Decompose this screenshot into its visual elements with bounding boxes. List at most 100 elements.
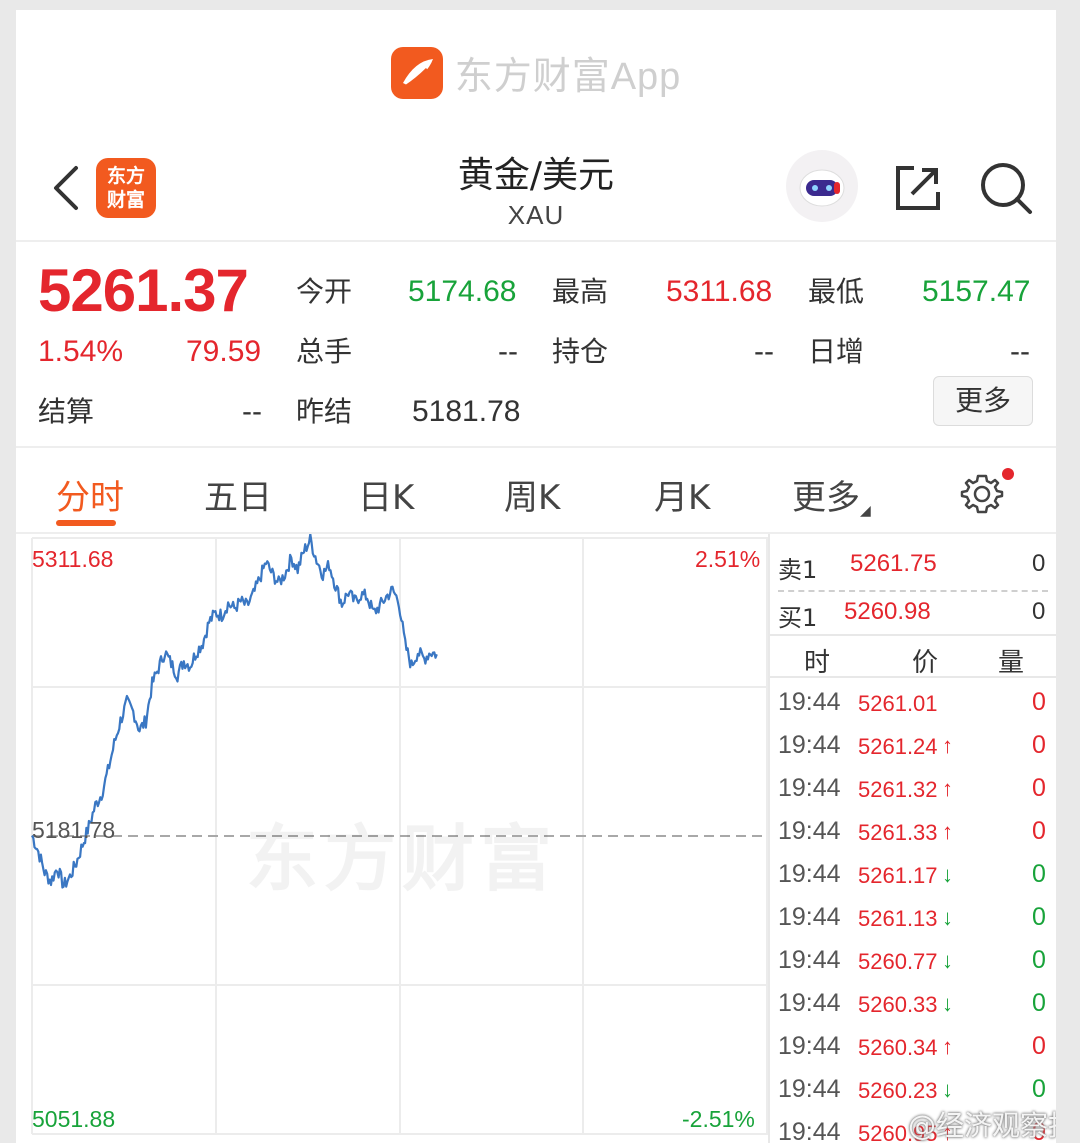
order-panel: 卖1 5261.75 0 买1 5260.98 0 时 价 量 19:44 526…: [768, 534, 1056, 1143]
tab-monthly-k[interactable]: 月K: [654, 470, 710, 519]
chart-settings-button[interactable]: [958, 470, 1006, 518]
search-icon: [981, 163, 1032, 214]
app-screen: 东方财富App 东方 财富 黄金/美元 XAU 5261.37 1.54% 79…: [16, 10, 1056, 1143]
tick-price: 5261.33: [858, 820, 938, 845]
tick-volume: 0: [1032, 860, 1046, 888]
ask-row: 卖1 5261.75 0: [770, 542, 1056, 588]
arrow-down-icon: ↓: [942, 1077, 953, 1102]
high-value: 5311.68: [666, 275, 773, 308]
tick-row: 19:44 5260.77 ↓ 0: [770, 940, 1056, 983]
app-banner: 东方财富App: [16, 10, 1056, 135]
y-axis-min-label: 5051.88: [32, 1106, 116, 1132]
tick-time: 19:44: [778, 989, 841, 1017]
tick-header-price: 价: [912, 648, 939, 678]
notification-dot: [1002, 468, 1014, 480]
ai-assistant-button[interactable]: [786, 150, 858, 222]
tick-time: 19:44: [778, 860, 841, 888]
tick-time: 19:44: [778, 1032, 841, 1060]
change-value: 79.59: [186, 335, 262, 368]
daily-increase-value: --: [1010, 335, 1030, 368]
volume-value: --: [498, 335, 518, 368]
tick-time: 19:44: [778, 946, 841, 974]
ask-price: 5261.75: [850, 550, 937, 577]
tick-row: 19:44 5261.13 ↓ 0: [770, 897, 1056, 940]
tab-weekly-k[interactable]: 周K: [504, 470, 560, 519]
tick-volume: 0: [1032, 946, 1046, 974]
tick-row: 19:44 5261.32 ↑ 0: [770, 768, 1056, 811]
daily-increase-label: 日增: [808, 335, 865, 368]
tab-more-label: 更多: [792, 478, 860, 518]
low-label: 最低: [808, 275, 865, 308]
last-price: 5261.37: [38, 257, 249, 324]
tab-five-day[interactable]: 五日: [204, 470, 272, 519]
tick-row: 19:44 5261.24 ↑ 0: [770, 725, 1056, 768]
low-value: 5157.47: [922, 275, 1031, 308]
y-axis-mid-label: 5181.78: [32, 817, 116, 843]
ask-label: 卖1: [778, 556, 818, 584]
volume-label: 总手: [296, 335, 353, 368]
tick-row: 19:44 5260.34 ↑ 0: [770, 1026, 1056, 1069]
tick-time: 19:44: [778, 774, 841, 802]
share-icon: [896, 166, 940, 210]
bid-volume: 0: [1032, 598, 1046, 625]
tab-more[interactable]: 更多◢: [792, 470, 871, 519]
active-tab-indicator: [56, 520, 116, 526]
tick-price: 5260.33: [858, 992, 938, 1017]
arrow-up-icon: ↑: [942, 733, 953, 758]
prev-settle-value: 5181.78: [412, 395, 521, 428]
tick-row: 19:44 5260.33 ↓ 0: [770, 983, 1056, 1026]
tick-price: 5260.34: [858, 1035, 938, 1060]
settle-value: --: [242, 395, 262, 428]
chart-tabs: 分时 五日 日K 周K 月K 更多◢: [16, 446, 1056, 534]
source-watermark: @经济观察报: [908, 1109, 1056, 1142]
tick-price: 5261.13: [858, 906, 938, 931]
more-quote-button[interactable]: 更多: [933, 376, 1033, 426]
bid-price: 5260.98: [844, 598, 931, 625]
gear-icon: [960, 474, 1004, 514]
arrow-down-icon: ↓: [942, 991, 953, 1016]
share-button[interactable]: [890, 160, 946, 216]
arrow-down-icon: ↓: [942, 948, 953, 973]
pct-axis-max-label: 2.51%: [695, 546, 761, 572]
tick-volume: 0: [1032, 903, 1046, 931]
change-pct: 1.54%: [38, 335, 124, 368]
tick-time: 19:44: [778, 817, 841, 845]
tick-time: 19:44: [778, 688, 841, 716]
tick-volume: 0: [1032, 774, 1046, 802]
brand-watermark: 东方财富: [246, 817, 559, 901]
tick-price: 5260.23: [858, 1078, 938, 1103]
search-button[interactable]: [976, 158, 1036, 218]
robot-icon: [799, 169, 845, 207]
ask-volume: 0: [1032, 550, 1046, 577]
tick-volume: 0: [1032, 1075, 1046, 1103]
tick-price: 5260.77: [858, 949, 938, 974]
open-interest-value: --: [754, 335, 774, 368]
arrow-up-icon: ↑: [942, 776, 953, 801]
tick-list[interactable]: 19:44 5261.01 0 19:44 5261.24 ↑ 0 19:44 5261.32 ↑…: [770, 682, 1056, 1143]
open-interest-label: 持仓: [552, 335, 609, 368]
prev-settle-label: 昨结: [296, 395, 353, 428]
y-axis-max-label: 5311.68: [32, 546, 114, 572]
tab-daily-k[interactable]: 日K: [358, 470, 414, 519]
tick-time: 19:44: [778, 1075, 841, 1103]
open-label: 今开: [296, 275, 353, 308]
arrow-down-icon: ↓: [942, 905, 953, 930]
pct-axis-min-label: -2.51%: [682, 1106, 755, 1132]
tick-volume: 0: [1032, 731, 1046, 759]
tick-volume: 0: [1032, 1032, 1046, 1060]
open-value: 5174.68: [408, 275, 517, 308]
tick-volume: 0: [1032, 989, 1046, 1017]
tick-price: 5261.01: [858, 691, 938, 716]
tick-table-header: 时 价 量: [770, 634, 1056, 678]
high-label: 最高: [552, 275, 609, 308]
tick-row: 19:44 5261.33 ↑ 0: [770, 811, 1056, 854]
bid-label: 买1: [778, 604, 818, 632]
tick-price: 5261.32: [858, 777, 938, 802]
tab-intraday[interactable]: 分时: [56, 470, 124, 519]
arrow-up-icon: ↑: [942, 1034, 953, 1059]
tick-volume: 0: [1032, 817, 1046, 845]
tick-header-time: 时: [804, 648, 831, 678]
tick-row: 19:44 5261.01 0: [770, 682, 1056, 725]
tick-time: 19:44: [778, 1118, 841, 1143]
header: 东方 财富 黄金/美元 XAU: [16, 140, 1056, 240]
